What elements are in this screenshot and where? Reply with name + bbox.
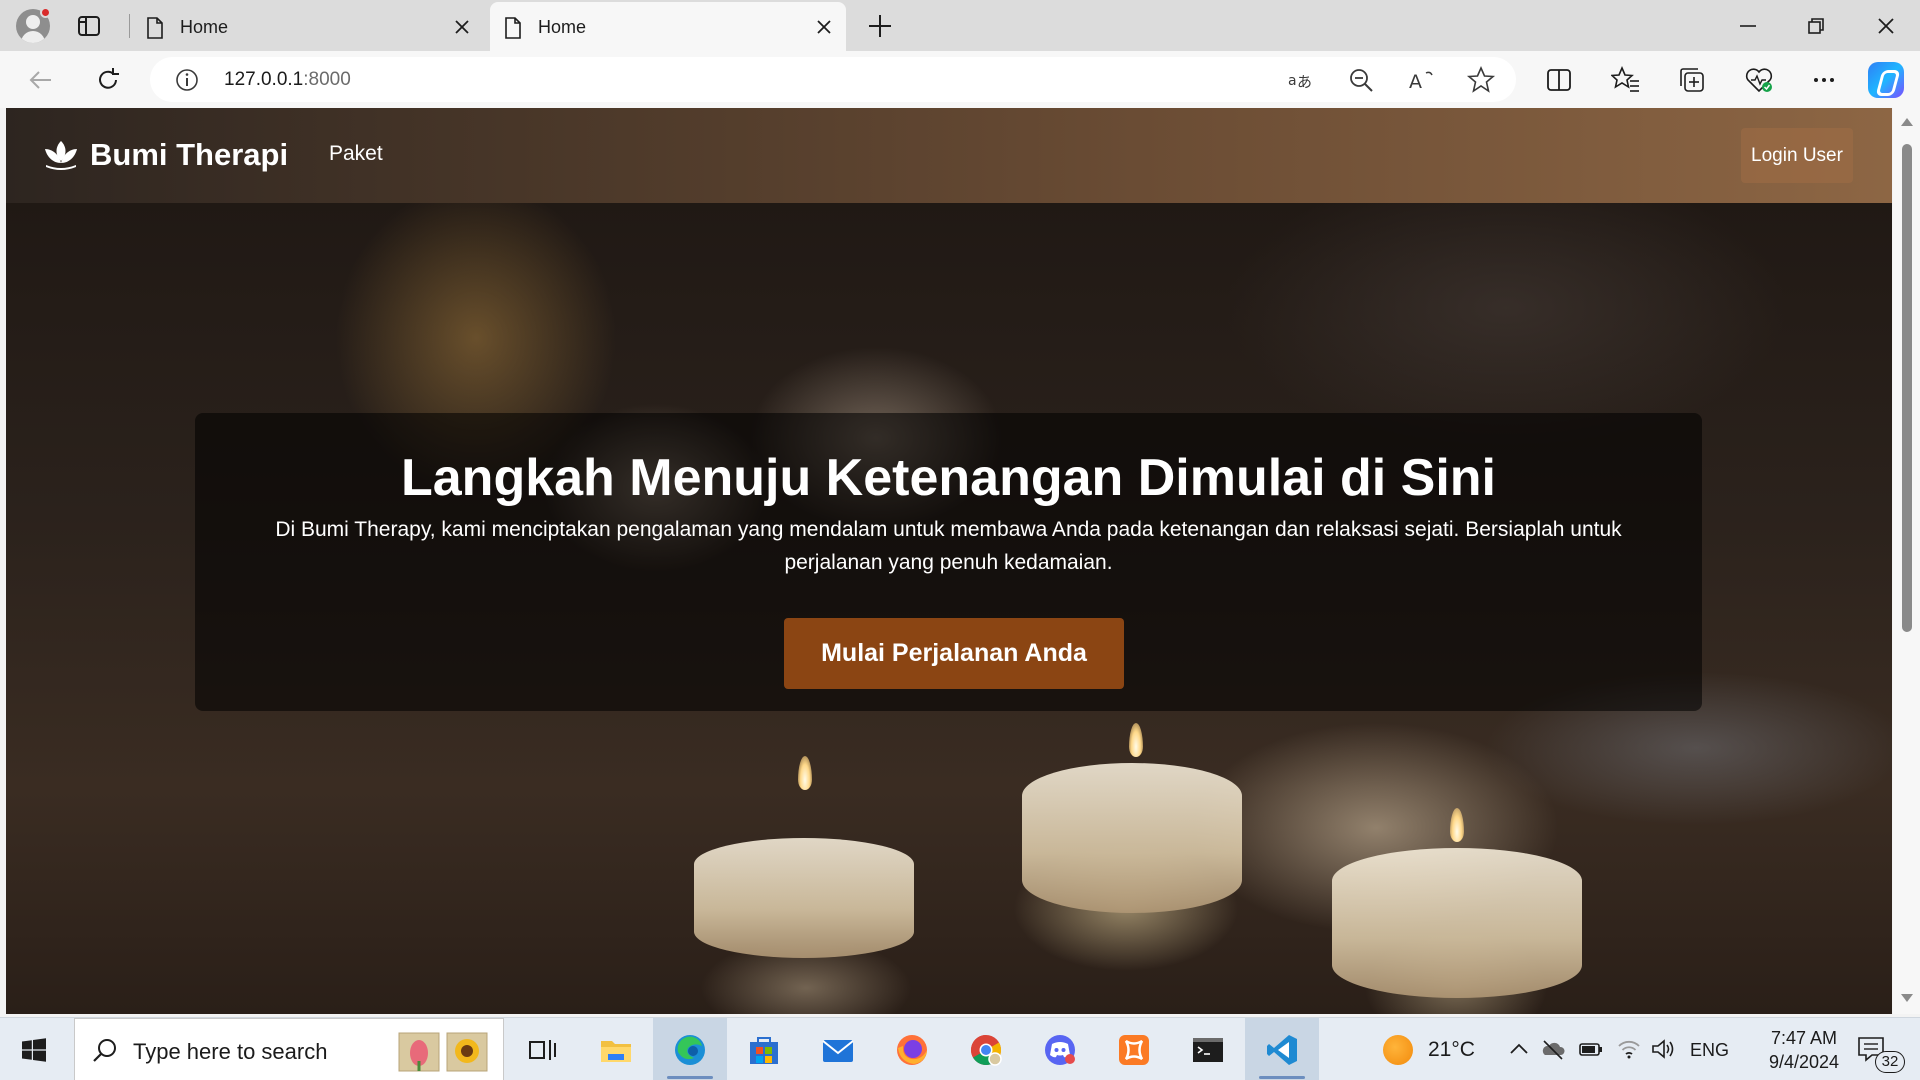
browser-toolbar: 127.0.0.1:8000 a あ A: [0, 51, 1920, 108]
notification-count-badge: 32: [1875, 1051, 1905, 1073]
close-icon[interactable]: [814, 17, 834, 37]
taskbar-terminal[interactable]: [1171, 1018, 1245, 1080]
onedrive-icon[interactable]: [1540, 1036, 1566, 1062]
page-scrollbar[interactable]: [1893, 108, 1920, 1014]
page-viewport: Bumi Therapi Paket Login User Langkah Me…: [6, 108, 1892, 1014]
taskbar-xampp[interactable]: [1097, 1018, 1171, 1080]
search-icon: [93, 1039, 116, 1062]
more-options-icon[interactable]: [1809, 65, 1839, 95]
minimize-icon[interactable]: [1734, 12, 1762, 40]
weather-sun-icon[interactable]: [1383, 1035, 1413, 1065]
browser-tab-2[interactable]: Home: [490, 2, 846, 51]
taskbar-clock[interactable]: 7:47 AM 9/4/2024: [1744, 1026, 1864, 1074]
zoom-out-icon[interactable]: [1346, 65, 1376, 95]
windows-taskbar: Type here to search 21°C ENG 7:47 AM 9/4…: [0, 1017, 1920, 1080]
file-explorer-icon: [601, 1041, 631, 1062]
taskbar-firefox[interactable]: [875, 1018, 949, 1080]
lotus-logo-icon: [45, 141, 77, 170]
search-placeholder: Type here to search: [133, 1039, 328, 1064]
hero-title: Langkah Menuju Ketenangan Dimulai di Sin…: [401, 449, 1496, 507]
split-screen-icon[interactable]: [1544, 65, 1574, 95]
hero-description: Di Bumi Therapy, kami menciptakan pengal…: [275, 518, 1622, 574]
svg-text:あ: あ: [1297, 73, 1312, 91]
clock-date: 9/4/2024: [1768, 1052, 1840, 1072]
site-navbar: Bumi Therapi Paket Login User: [6, 108, 1892, 203]
show-hidden-icons-chevron-icon[interactable]: [1506, 1036, 1532, 1062]
refresh-icon[interactable]: [93, 65, 123, 95]
start-journey-button[interactable]: Mulai Perjalanan Anda: [784, 618, 1124, 689]
scroll-thumb[interactable]: [1902, 144, 1912, 632]
translate-icon[interactable]: a あ: [1286, 65, 1316, 95]
login-user-button[interactable]: Login User: [1741, 128, 1853, 183]
new-tab-icon[interactable]: [866, 12, 894, 40]
vscode-icon: [1267, 1035, 1297, 1065]
candle-image: [1332, 848, 1582, 998]
candle-image: [1022, 763, 1242, 913]
copilot-icon[interactable]: [1868, 62, 1904, 98]
scroll-down-arrow-icon[interactable]: [1901, 994, 1913, 1002]
tab-title: Home: [538, 17, 587, 37]
url-text[interactable]: 127.0.0.1:8000: [224, 69, 351, 91]
address-bar[interactable]: 127.0.0.1:8000 a あ A: [150, 57, 1516, 102]
page-icon: [505, 17, 521, 39]
svg-text:a: a: [1288, 73, 1297, 89]
firefox-icon: [897, 1035, 927, 1065]
taskbar-file-explorer[interactable]: [579, 1018, 653, 1080]
search-highlight-flowers-icon: [398, 1032, 488, 1072]
browser-tab-1[interactable]: Home: [132, 2, 484, 51]
tab-actions-icon[interactable]: [76, 13, 102, 39]
weather-temperature[interactable]: 21°C: [1428, 1038, 1475, 1062]
back-arrow-icon[interactable]: [26, 65, 56, 95]
taskbar-edge[interactable]: [653, 1018, 727, 1080]
windows-start-icon[interactable]: [22, 1038, 46, 1062]
page-icon: [147, 17, 163, 39]
tab-separator: [129, 14, 130, 38]
clock-time: 7:47 AM: [1770, 1028, 1838, 1048]
scroll-up-arrow-icon[interactable]: [1901, 118, 1913, 126]
volume-icon[interactable]: [1650, 1036, 1676, 1062]
taskbar-discord[interactable]: [1023, 1018, 1097, 1080]
terminal-icon: [1193, 1038, 1223, 1062]
battery-icon[interactable]: [1578, 1036, 1604, 1062]
nav-link-paket[interactable]: Paket: [329, 142, 383, 166]
favorites-icon[interactable]: [1611, 65, 1641, 95]
taskbar-mail[interactable]: [801, 1018, 875, 1080]
url-port: :8000: [303, 69, 351, 90]
site-info-icon[interactable]: [174, 67, 200, 93]
discord-icon: [1045, 1035, 1075, 1065]
browser-tab-strip: Home Home: [0, 0, 1920, 51]
browser-essentials-icon[interactable]: [1744, 65, 1774, 95]
brand-link[interactable]: Bumi Therapi: [42, 135, 288, 175]
close-icon[interactable]: [452, 17, 472, 37]
input-language[interactable]: ENG: [1690, 1040, 1729, 1061]
chrome-icon: [970, 1035, 1002, 1066]
microsoft-store-icon: [750, 1037, 778, 1064]
svg-text:A: A: [1409, 71, 1422, 93]
taskbar-chrome[interactable]: [949, 1018, 1023, 1080]
read-aloud-icon[interactable]: A: [1406, 65, 1436, 95]
restore-icon[interactable]: [1802, 12, 1830, 40]
taskbar-vscode[interactable]: [1245, 1018, 1319, 1080]
candle-image: [694, 838, 914, 958]
taskbar-task-view[interactable]: [505, 1018, 579, 1080]
profile-notification-dot: [40, 7, 51, 18]
close-window-icon[interactable]: [1872, 12, 1900, 40]
favorite-star-icon[interactable]: [1466, 65, 1496, 95]
wifi-icon[interactable]: [1616, 1036, 1642, 1062]
brand-name: Bumi Therapi: [90, 137, 289, 172]
taskbar-microsoft-store[interactable]: [727, 1018, 801, 1080]
collections-icon[interactable]: [1677, 65, 1707, 95]
task-view-icon: [529, 1040, 556, 1060]
url-host: 127.0.0.1: [224, 69, 304, 90]
xampp-icon: [1119, 1035, 1149, 1065]
mail-icon: [822, 1040, 854, 1062]
edge-icon: [675, 1035, 705, 1065]
taskbar-search-box[interactable]: Type here to search: [74, 1018, 504, 1080]
hero-card: Langkah Menuju Ketenangan Dimulai di Sin…: [195, 413, 1702, 711]
tab-title: Home: [180, 17, 229, 37]
